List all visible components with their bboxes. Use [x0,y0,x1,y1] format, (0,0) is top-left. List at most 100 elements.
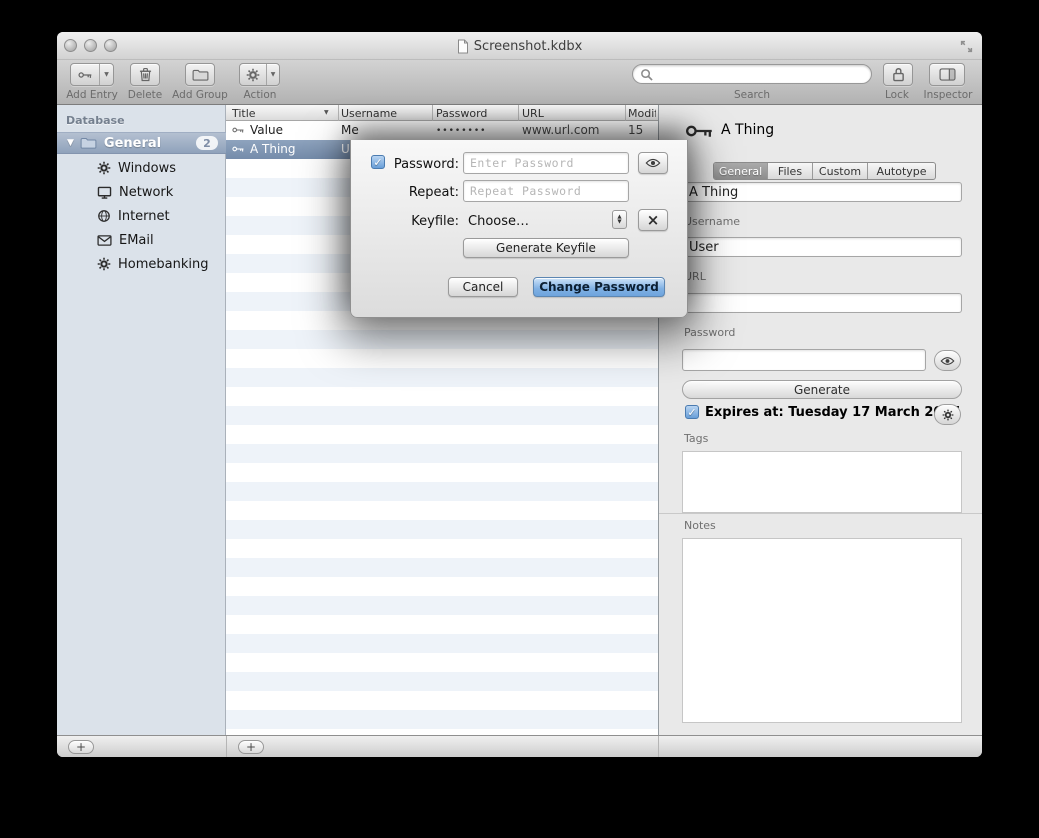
toolbar: ▼ Add Entry Delete Add Group ▼ Action Se… [57,60,982,105]
sidebar-item-label: Homebanking [118,257,208,272]
password-field[interactable] [682,349,926,371]
inspector-entry-title: A Thing [721,122,774,138]
window-title: Screenshot.kdbx [474,39,583,54]
inspector-button[interactable] [929,63,965,86]
generate-password-button[interactable]: Generate [682,380,962,399]
sidebar-item-network[interactable]: Network [57,180,226,204]
close-icon: × [647,211,660,229]
action-button[interactable]: ▼ [239,63,280,86]
username-field[interactable] [682,237,962,257]
column-header-username[interactable]: Username [341,107,429,120]
sidebar-item-windows[interactable]: Windows [57,156,226,180]
folder-icon [192,69,209,81]
sort-indicator-icon: ▼ [324,109,329,116]
tab-general[interactable]: General [714,163,767,179]
inspector-tabs: General Files Custom Autotype [713,162,936,180]
sidebar-group-general[interactable]: ▼ General 2 [57,132,226,154]
sidebar-item-label: EMail [119,233,154,248]
column-header-modified[interactable]: Modified [628,107,656,120]
keyfile-popup-value[interactable]: Choose… [468,214,529,229]
chevron-down-icon: ▼ [104,71,109,78]
expires-checkbox[interactable]: ✓ [685,405,699,419]
entry-list-header: Title ▼ Username Password URL Modified [226,105,658,121]
cell-title: Value [250,123,335,137]
tags-input[interactable] [682,451,962,513]
action-label: Action [230,89,290,101]
sidebar-header: Database [66,114,125,127]
sidebar-item-homebanking[interactable]: Homebanking [57,252,226,276]
window-title-area: Screenshot.kdbx [57,32,982,60]
column-header-title[interactable]: Title [232,107,327,120]
lock-button[interactable] [883,63,913,86]
sheet-keyfile-label: Keyfile: [371,214,459,229]
password-label: Password [684,326,735,339]
sidebar-item-label: Windows [118,161,176,176]
inspector-panel-icon [939,68,956,81]
tags-label: Tags [684,432,708,445]
column-divider [518,105,519,121]
url-field[interactable] [682,293,962,313]
tab-custom[interactable]: Custom [812,163,867,179]
cancel-button[interactable]: Cancel [448,277,518,297]
inspector-panel: A Thing General Files Custom Autotype Us… [658,105,982,735]
column-divider [625,105,626,121]
fullscreen-icon[interactable] [959,39,974,54]
repeat-password-input[interactable] [463,180,629,202]
add-entry-plus-button[interactable]: + [238,740,264,754]
sidebar-item-email[interactable]: EMail [57,228,226,252]
section-divider [659,513,982,514]
keyfile-stepper[interactable]: ▲ ▼ [612,210,627,229]
notes-label: Notes [684,519,716,532]
search-label: Search [712,89,792,101]
add-entry-button[interactable]: ▼ [70,63,114,86]
disclosure-triangle-icon[interactable]: ▼ [67,138,74,148]
search-input[interactable] [632,64,872,84]
folder-icon [80,137,97,149]
stepper-down-icon: ▼ [617,220,621,225]
expires-settings-button[interactable] [934,404,961,425]
cell-username: Me [341,123,429,137]
username-label: Username [684,215,740,228]
sidebar-group-label: General [104,136,161,151]
pane-divider [658,736,659,757]
add-group-plus-button[interactable]: + [68,740,94,754]
globe-icon [97,209,111,223]
entry-row-value[interactable]: Value Me •••••••• www.url.com 15 [226,121,658,140]
pane-divider [226,736,227,757]
chevron-down-icon: ▼ [271,71,276,78]
column-divider [338,105,339,121]
cell-modified: 15 [628,123,656,137]
inspector-label: Inspector [913,89,982,101]
column-header-password[interactable]: Password [436,107,516,120]
delete-button[interactable] [130,63,160,86]
add-group-button[interactable] [185,63,215,86]
cell-title: A Thing [250,142,335,156]
trash-icon [139,67,152,82]
search-icon [640,68,653,81]
gear-icon [240,64,266,85]
change-password-sheet: ✓ Password: Repeat: Keyfile: Choose… ▲ ▼… [350,140,688,318]
document-icon [457,39,469,54]
tab-autotype[interactable]: Autotype [867,163,935,179]
generate-keyfile-button[interactable]: Generate Keyfile [463,238,629,258]
change-password-button[interactable]: Change Password [533,277,665,297]
gear-icon [942,409,954,421]
bottom-bar: + + [57,735,982,757]
column-header-url[interactable]: URL [522,107,620,120]
eye-icon [940,356,955,366]
cell-url: www.url.com [522,123,620,137]
sheet-show-password-button[interactable] [638,152,668,174]
show-password-button[interactable] [934,350,961,371]
sheet-password-label: Password: [371,157,459,172]
column-divider [432,105,433,121]
tab-files[interactable]: Files [767,163,812,179]
enter-password-input[interactable] [463,152,629,174]
title-field[interactable] [682,182,962,202]
notes-input[interactable] [682,538,962,723]
cell-password: •••••••• [436,126,516,136]
clear-keyfile-button[interactable]: × [638,209,668,231]
sidebar: Database ▼ General 2 Windows Network Int… [57,105,226,735]
sidebar-item-internet[interactable]: Internet [57,204,226,228]
check-icon: ✓ [687,406,696,419]
key-icon [232,143,244,155]
